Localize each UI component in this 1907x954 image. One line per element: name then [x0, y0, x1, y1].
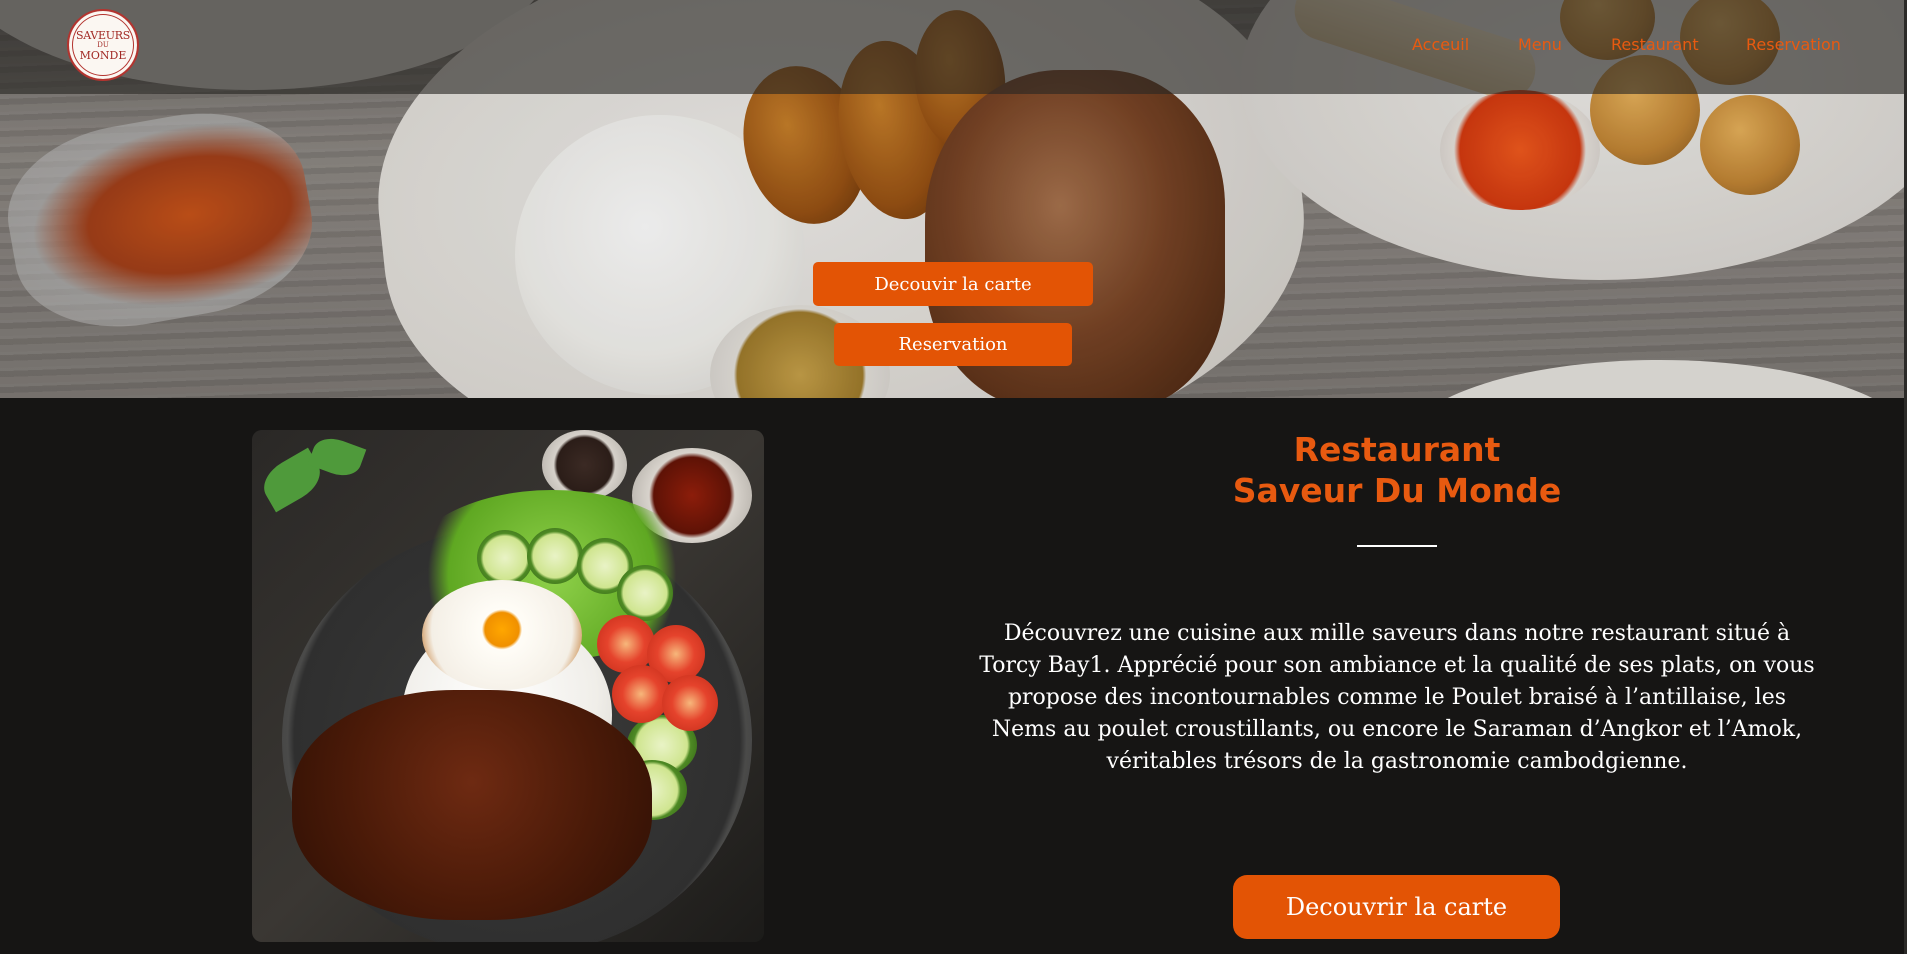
title-line1: Restaurant — [1293, 430, 1501, 469]
restaurant-title: Restaurant Saveur Du Monde — [1147, 429, 1647, 511]
dish-cucumber — [477, 530, 533, 586]
dish-tomato — [612, 665, 670, 723]
hero-discover-menu-button[interactable]: Decouvir la carte — [813, 262, 1093, 306]
restaurant-description: Découvrez une cuisine aux mille saveurs … — [979, 621, 1815, 774]
title-divider — [1357, 545, 1437, 547]
top-navbar: SAVEURS DU MONDE Acceuil Menu Restaurant… — [0, 0, 1907, 94]
title-line2: Saveur Du Monde — [1232, 471, 1562, 510]
dish-cucumber — [527, 528, 583, 584]
nav-link-reservation[interactable]: Reservation — [1746, 35, 1841, 54]
featured-dish-image — [252, 430, 764, 942]
discover-menu-button[interactable]: Decouvrir la carte — [1233, 875, 1560, 939]
dish-cucumber — [617, 565, 673, 621]
hero-reservation-button[interactable]: Reservation — [834, 323, 1072, 366]
nav-link-menu[interactable]: Menu — [1518, 35, 1562, 54]
main-nav: Acceuil Menu Restaurant Reservation — [0, 35, 1907, 57]
dish-tomato — [597, 615, 655, 673]
nav-link-accueil[interactable]: Acceuil — [1412, 35, 1469, 54]
dish-fried-egg — [422, 580, 582, 690]
nav-link-restaurant[interactable]: Restaurant — [1611, 35, 1699, 54]
dish-beef — [292, 690, 652, 920]
dish-tomato — [662, 675, 718, 731]
